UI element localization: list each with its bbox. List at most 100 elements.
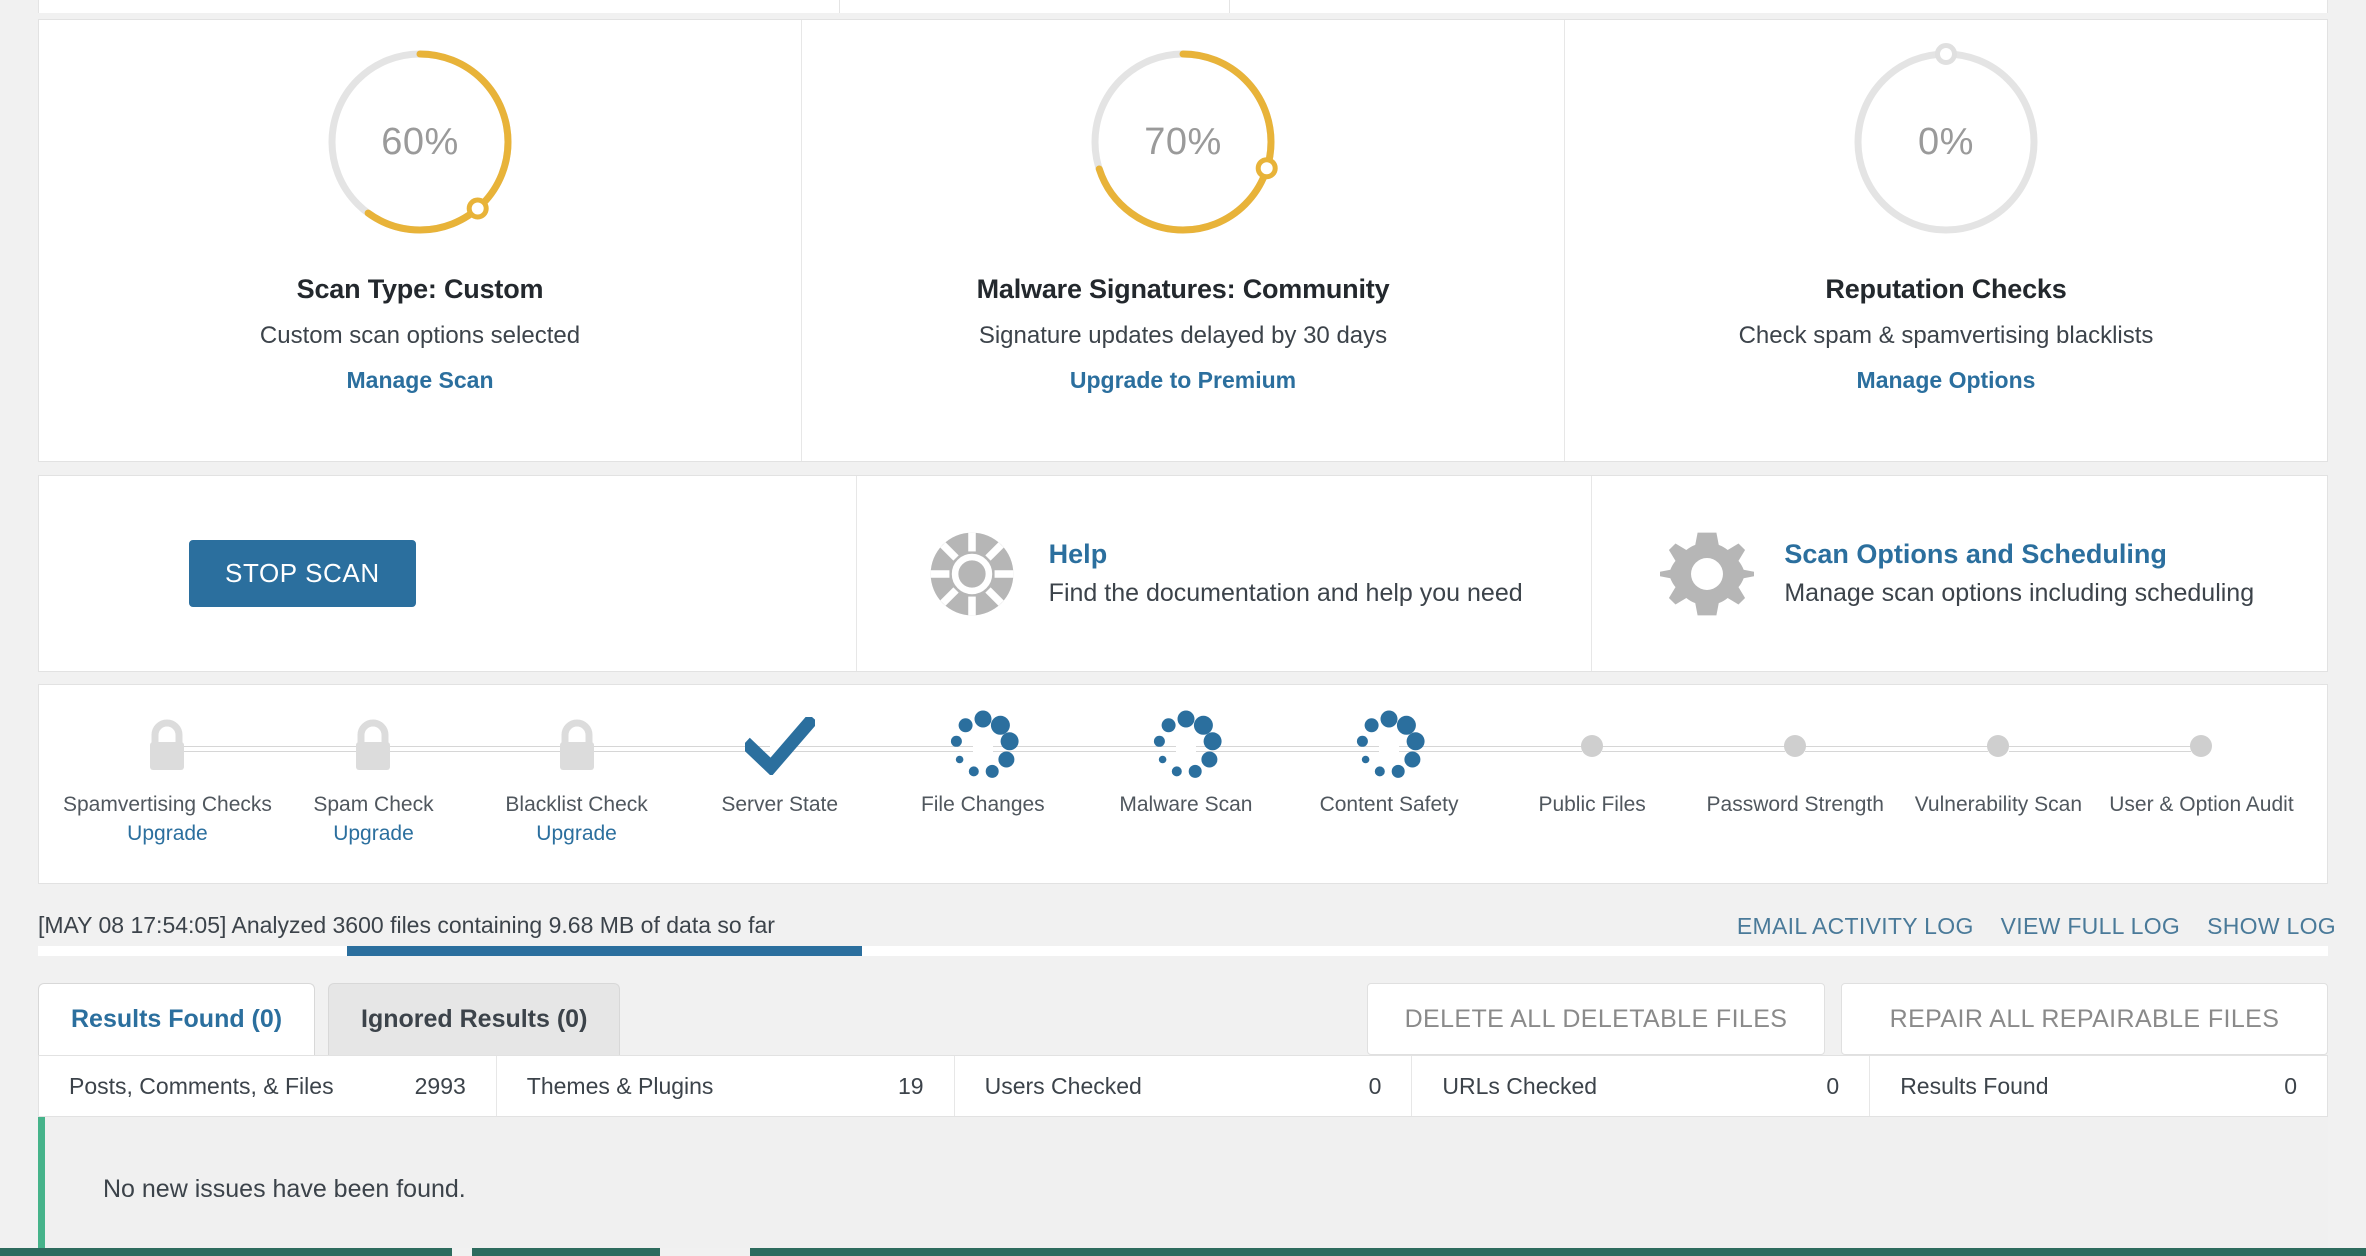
reputation-checks-percent: 0% — [1918, 120, 1974, 163]
scan-type-gauge: 60% — [320, 42, 520, 242]
left-rail — [0, 13, 28, 1256]
reputation-checks-subtitle: Check spam & spamvertising blacklists — [1738, 322, 2154, 349]
step-connector — [177, 746, 366, 752]
stat-results-found: Results Found 0 — [1870, 1056, 2327, 1116]
scan-stats-strip: Posts, Comments, & Files 2993 Themes & P… — [38, 1055, 2328, 1117]
malware-signatures-card: 70% Malware Signatures: Community Signat… — [802, 20, 1565, 461]
dot-icon — [1581, 701, 1604, 791]
step-label: Spamvertising Checks — [63, 793, 272, 816]
step-spam-check: Spam Check Upgrade — [272, 701, 567, 846]
manage-scan-link[interactable]: Manage Scan — [347, 367, 494, 394]
reputation-checks-title: Reputation Checks — [1825, 274, 2067, 304]
step-user-option-audit: User & Option Audit — [2100, 701, 2303, 817]
stat-label: Users Checked — [984, 1072, 1142, 1099]
manage-options-link[interactable]: Manage Options — [1857, 367, 2036, 394]
scan-type-title: Scan Type: Custom — [296, 274, 544, 304]
spinner-icon — [943, 701, 1023, 791]
scan-options-title[interactable]: Scan Options and Scheduling — [1784, 539, 2254, 570]
no-issues-notice-text: No new issues have been found. — [103, 1174, 466, 1203]
action-bar: STOP SCAN Help Find the documentation an… — [38, 475, 2328, 672]
scan-type-percent: 60% — [381, 120, 459, 163]
step-upgrade-link[interactable]: Upgrade — [536, 822, 617, 846]
stop-scan-button[interactable]: STOP SCAN — [189, 540, 416, 607]
bottom-accent-strip — [0, 1248, 2366, 1256]
scan-progress-steps: Spamvertising Checks Upgrade Spam Check Upg… — [38, 684, 2328, 884]
stat-label: URLs Checked — [1442, 1072, 1598, 1099]
scan-progress-track — [38, 946, 2328, 956]
scan-status-text: [MAY 08 17:54:05] Analyzed 3600 files co… — [38, 912, 775, 938]
stat-themes-plugins: Themes & Plugins 19 — [497, 1056, 955, 1116]
lock-icon — [554, 701, 600, 791]
scan-type-card: 60% Scan Type: Custom Custom scan option… — [39, 20, 802, 461]
previous-row-sliver — [38, 0, 2328, 13]
step-label: Content Safety — [1319, 793, 1459, 816]
step-connector — [586, 746, 770, 752]
scanner-dashboard: 60% Scan Type: Custom Custom scan option… — [0, 0, 2366, 1256]
malware-signatures-percent: 70% — [1144, 120, 1222, 163]
step-public-files: Public Files — [1491, 701, 1786, 817]
stat-label: Posts, Comments, & Files — [69, 1072, 334, 1099]
view-full-log-link[interactable]: VIEW FULL LOG — [2001, 913, 2180, 940]
dot-icon — [2190, 701, 2213, 791]
malware-signatures-gauge: 70% — [1083, 42, 1283, 242]
stat-value: 2993 — [414, 1072, 466, 1099]
stat-value: 0 — [2284, 1072, 2297, 1099]
scan-type-subtitle: Custom scan options selected — [259, 322, 581, 349]
step-server-state: Server State — [678, 701, 973, 817]
help-title[interactable]: Help — [1049, 539, 1523, 570]
step-spamvertising-checks: Spamvertising Checks Upgrade — [63, 701, 366, 846]
malware-signatures-subtitle: Signature updates delayed by 30 days — [978, 322, 1388, 349]
malware-signatures-title: Malware Signatures: Community — [976, 274, 1390, 304]
step-label: User & Option Audit — [2109, 793, 2294, 816]
stat-users-checked: Users Checked 0 — [955, 1056, 1413, 1116]
stat-posts-comments-files: Posts, Comments, & Files 2993 — [39, 1056, 497, 1116]
stat-value: 19 — [898, 1072, 924, 1099]
scan-options-cell[interactable]: Scan Options and Scheduling Manage scan … — [1592, 476, 2327, 671]
step-connector — [1602, 746, 1786, 752]
dot-icon — [1784, 701, 1807, 791]
stop-scan-cell: STOP SCAN — [39, 476, 857, 671]
step-content-safety: Content Safety — [1287, 701, 1582, 817]
step-connector — [383, 746, 567, 752]
scan-status-cards: 60% Scan Type: Custom Custom scan option… — [38, 19, 2328, 462]
tab-ignored-results[interactable]: Ignored Results (0) — [328, 983, 621, 1055]
show-log-link[interactable]: SHOW LOG — [2207, 913, 2336, 940]
reputation-checks-gauge: 0% — [1846, 42, 2046, 242]
scan-progress-fill — [347, 946, 863, 956]
step-label: File Changes — [920, 793, 1045, 816]
step-file-changes: File Changes — [881, 701, 1176, 817]
step-upgrade-link[interactable]: Upgrade — [333, 822, 414, 846]
step-label: Server State — [721, 793, 839, 816]
help-cell[interactable]: Help Find the documentation and help you… — [857, 476, 1593, 671]
dot-icon — [1987, 701, 2010, 791]
tab-results-found[interactable]: Results Found (0) — [38, 983, 316, 1055]
help-subtitle: Find the documentation and help you need — [1048, 578, 1523, 607]
lock-icon — [144, 701, 190, 791]
step-upgrade-link[interactable]: Upgrade — [127, 822, 208, 846]
email-activity-log-link[interactable]: EMAIL ACTIVITY LOG — [1737, 913, 1974, 940]
stat-label: Themes & Plugins — [526, 1072, 714, 1099]
gear-icon — [1658, 527, 1757, 621]
step-label: Blacklist Check — [505, 793, 648, 816]
log-links: EMAIL ACTIVITY LOG VIEW FULL LOG SHOW LO… — [1737, 913, 2336, 940]
stat-value: 0 — [1826, 1072, 1840, 1099]
stat-label: Results Found — [1900, 1072, 2049, 1099]
upgrade-to-premium-link[interactable]: Upgrade to Premium — [1070, 367, 1296, 394]
scan-log-bar: [MAY 08 17:54:05] Analyzed 3600 files co… — [0, 900, 2366, 963]
reputation-checks-card: 0% Reputation Checks Check spam & spamve… — [1565, 20, 2327, 461]
step-label: Public Files — [1538, 793, 1646, 816]
step-label: Spam Check — [313, 793, 434, 816]
step-connector — [1805, 746, 1989, 752]
stat-value: 0 — [1368, 1072, 1382, 1099]
step-connector — [2008, 746, 2192, 752]
delete-all-deletable-files-button[interactable]: DELETE ALL DELETABLE FILES — [1367, 983, 1825, 1055]
repair-all-repairable-files-button[interactable]: REPAIR ALL REPAIRABLE FILES — [1841, 983, 2328, 1055]
step-blacklist-check: Blacklist Check Upgrade — [475, 701, 770, 846]
lifebuoy-icon — [925, 527, 1019, 621]
scan-options-subtitle: Manage scan options including scheduling — [1784, 578, 2255, 607]
check-icon — [744, 701, 815, 791]
step-label: Vulnerability Scan — [1914, 793, 2083, 816]
lock-icon — [350, 701, 396, 791]
step-label: Malware Scan — [1119, 793, 1253, 816]
step-password-strength: Password Strength — [1694, 701, 1989, 817]
